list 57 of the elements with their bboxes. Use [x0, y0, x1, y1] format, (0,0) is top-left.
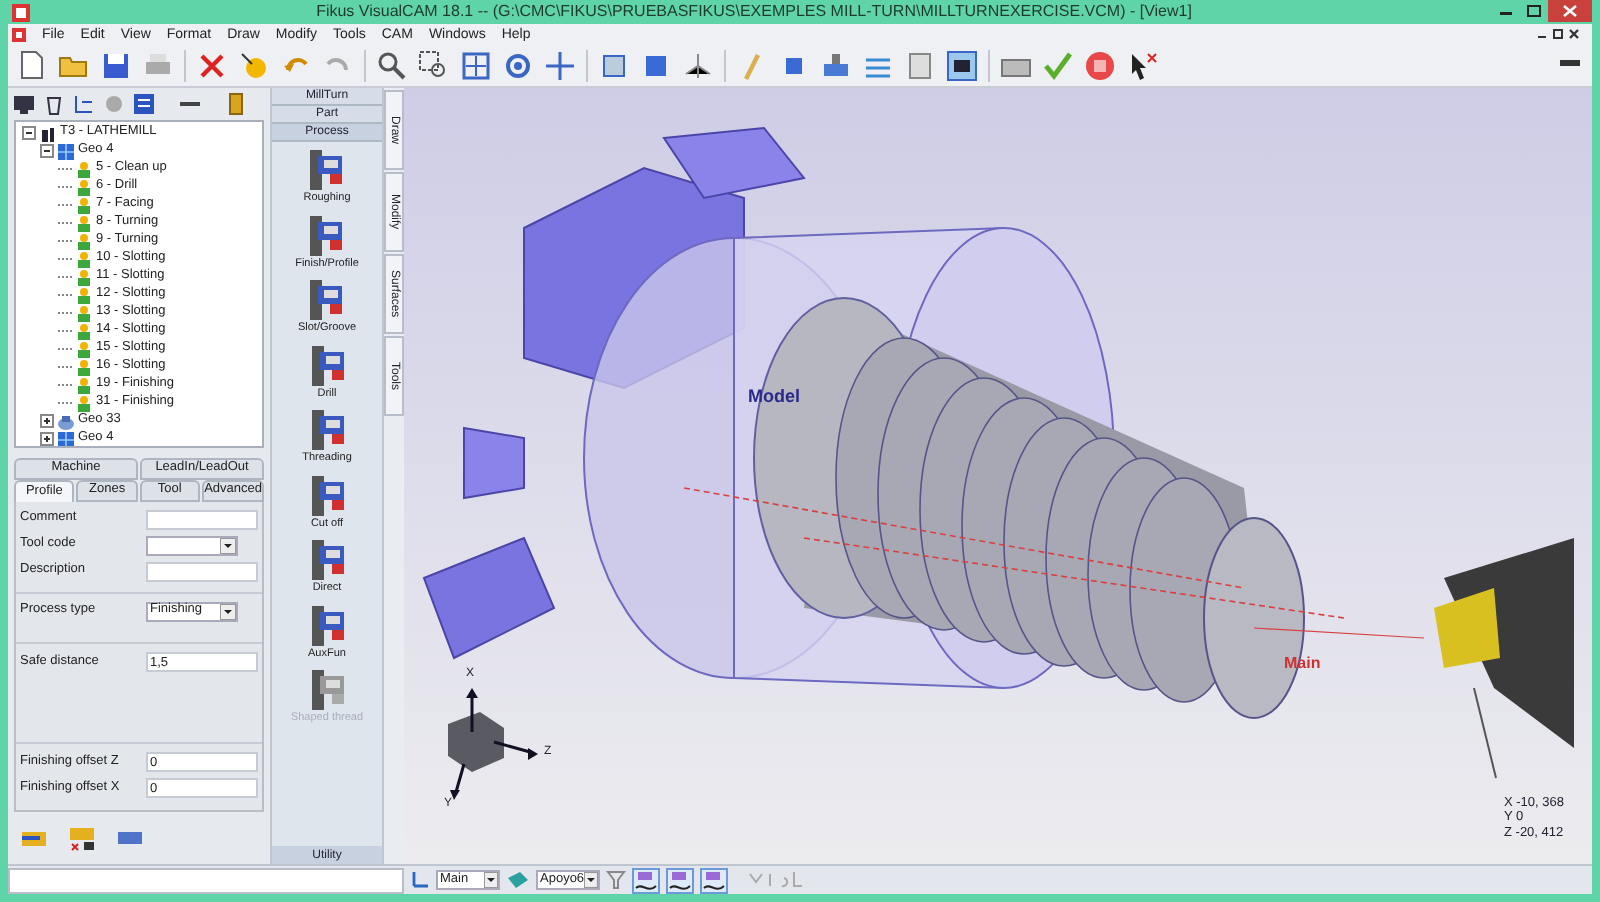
stop-icon[interactable] — [1084, 49, 1116, 81]
lathe-operation-icon[interactable] — [306, 213, 347, 257]
monitor-icon[interactable] — [12, 92, 36, 116]
cursor-cancel-icon[interactable] — [1126, 49, 1158, 81]
lathe-operation-icon[interactable] — [307, 408, 347, 452]
curve-filter-icon[interactable] — [700, 867, 728, 893]
lathe-operation-icon[interactable] — [307, 343, 347, 387]
window-title: Fikus VisualCAM 18.1 -- (G:\CMC\FIKUS\PRUEBASFIKUS\EXEMPLES MILL-TURN\MILLTURNEXERCISE.VCM) - [View1] — [314, 0, 1194, 24]
pan-icon[interactable] — [544, 49, 576, 81]
lathe-operation-icon[interactable] — [306, 278, 347, 322]
layer-icon[interactable] — [506, 870, 530, 890]
dropdown[interactable] — [146, 535, 238, 555]
circle-icon[interactable] — [238, 49, 270, 81]
list-icon[interactable] — [132, 92, 156, 116]
lathe-operation-icon[interactable] — [306, 148, 347, 192]
new-file-icon[interactable] — [16, 49, 48, 81]
tool-remove-icon[interactable] — [68, 824, 96, 852]
clipboard-icon[interactable] — [224, 92, 248, 116]
filter-icon[interactable] — [606, 870, 626, 890]
caret-icon — [484, 872, 498, 888]
axis-cube-drawing — [448, 688, 538, 800]
simulation-icon[interactable] — [946, 49, 978, 81]
caret-icon — [220, 537, 236, 553]
input-field[interactable] — [146, 561, 258, 581]
zoom-extents-icon[interactable] — [460, 49, 492, 81]
curve-filter-icon[interactable] — [632, 867, 660, 893]
caret-icon — [584, 872, 598, 888]
lathe-operation-icon[interactable] — [307, 473, 347, 517]
expander-icon[interactable] — [40, 432, 54, 446]
lathe-operation-icon[interactable] — [307, 538, 347, 582]
document-icon[interactable] — [904, 49, 936, 81]
zoom-window-icon[interactable] — [418, 49, 450, 81]
command-input-field[interactable] — [8, 867, 404, 893]
bin-icon[interactable] — [42, 92, 66, 116]
tree-view-icon[interactable] — [72, 92, 96, 116]
toolbar-options-icon[interactable] — [1560, 59, 1584, 71]
expander-icon[interactable] — [40, 414, 54, 428]
machine-icon[interactable] — [820, 49, 852, 81]
cube-icon[interactable] — [598, 49, 630, 81]
solid-icon — [58, 413, 74, 429]
rotate-icon[interactable] — [502, 49, 534, 81]
tool-icon — [40, 125, 56, 141]
caret-icon — [220, 603, 236, 620]
zoom-in-icon[interactable] — [376, 49, 408, 81]
lathe-operation-icon[interactable] — [307, 603, 347, 647]
window-controls-icon[interactable] — [1536, 27, 1584, 41]
lathe-operation-icon[interactable] — [307, 668, 347, 712]
expander-icon[interactable] — [40, 144, 54, 158]
close-button[interactable] — [1548, 0, 1592, 22]
delete-icon[interactable] — [196, 49, 228, 81]
save-icon[interactable] — [100, 49, 132, 81]
expander-icon[interactable] — [22, 126, 36, 140]
grid-icon — [58, 143, 74, 159]
grid-icon — [58, 431, 74, 446]
curve-filter-icon[interactable] — [666, 867, 694, 893]
input-field[interactable] — [146, 509, 258, 529]
check-icon[interactable] — [1042, 49, 1074, 81]
